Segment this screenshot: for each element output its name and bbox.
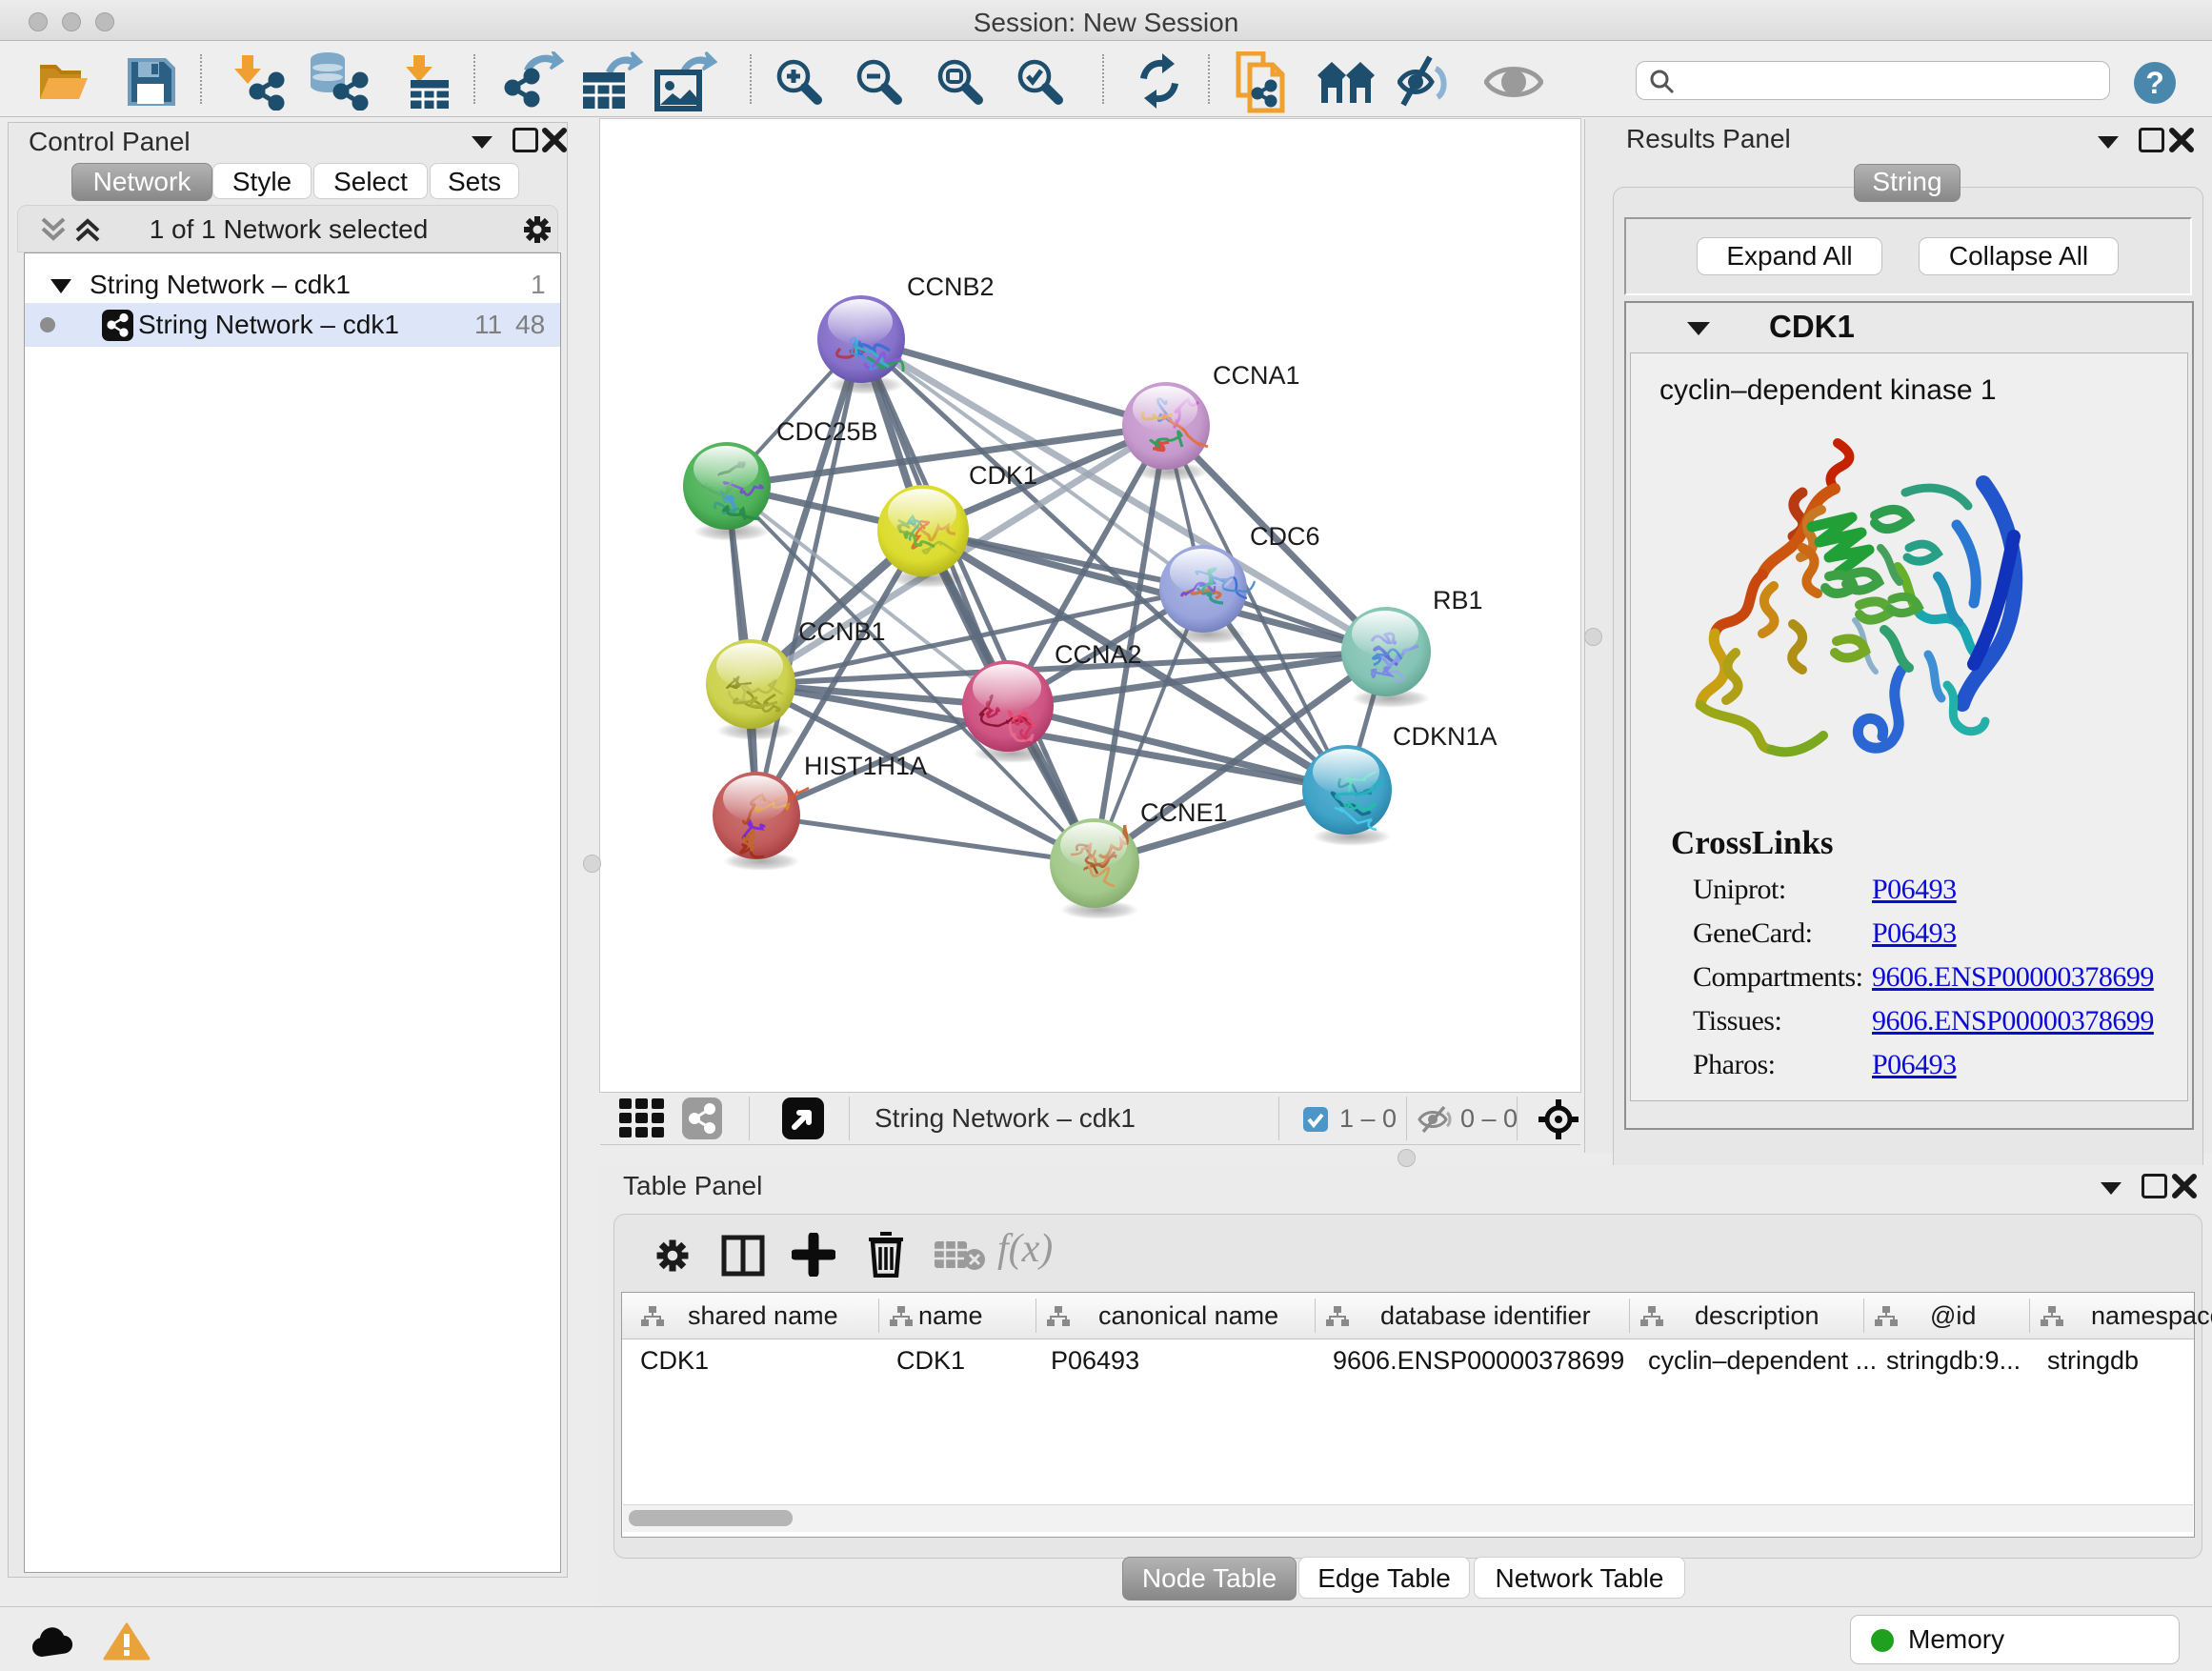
svg-text:CDC25B: CDC25B: [776, 417, 878, 446]
svg-text:CCNE1: CCNE1: [1140, 798, 1228, 827]
svg-text:CCNA2: CCNA2: [1055, 640, 1142, 669]
svg-text:CCNB1: CCNB1: [798, 617, 886, 646]
svg-text:?: ?: [2145, 66, 2164, 100]
svg-text:CDKN1A: CDKN1A: [1393, 722, 1498, 751]
svg-text:RB1: RB1: [1433, 586, 1483, 614]
svg-text:CDC6: CDC6: [1250, 522, 1320, 551]
svg-text:CCNB2: CCNB2: [907, 272, 995, 301]
svg-text:HIST1H1A: HIST1H1A: [804, 752, 927, 780]
svg-text:CDK1: CDK1: [969, 461, 1037, 490]
svg-text:CCNA1: CCNA1: [1213, 361, 1300, 390]
